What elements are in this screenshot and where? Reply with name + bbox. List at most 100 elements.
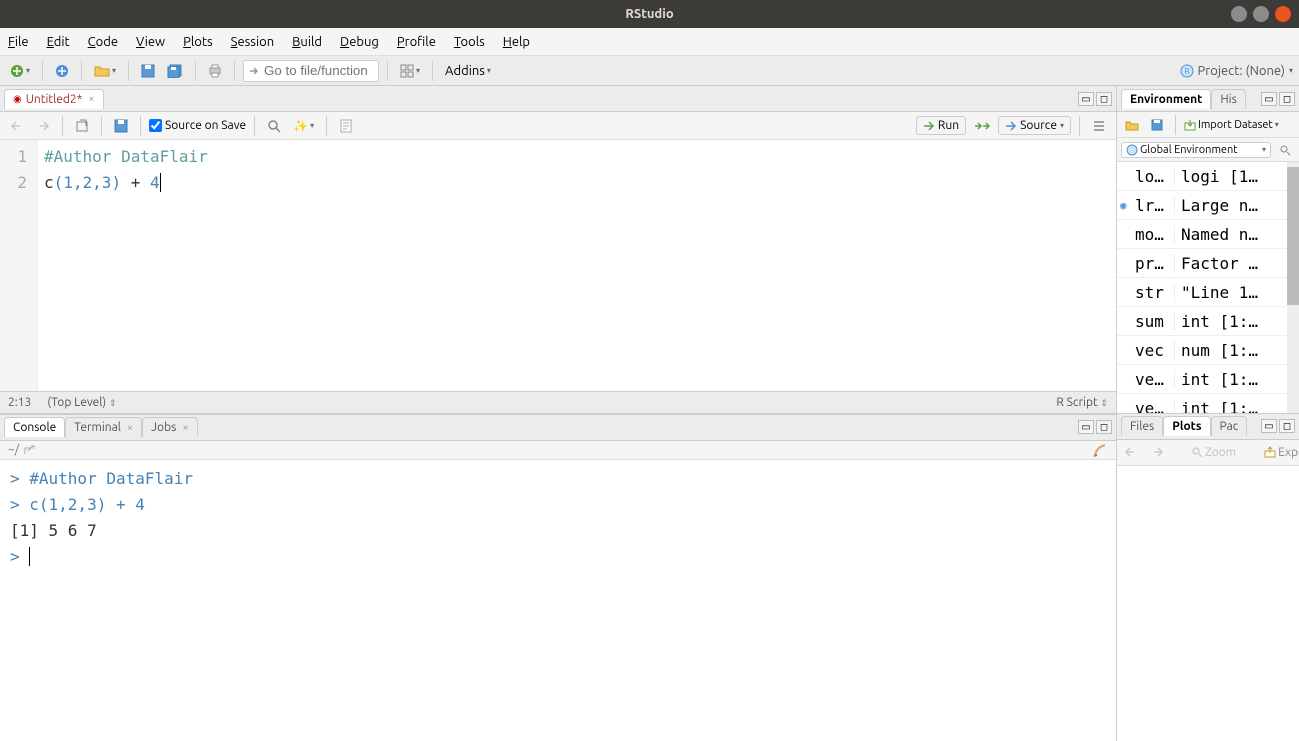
- r-file-icon: ◉: [13, 93, 22, 105]
- menu-build[interactable]: Build: [292, 35, 322, 49]
- prev-plot-button[interactable]: [1121, 444, 1141, 460]
- arrow-left-icon: [1125, 446, 1137, 458]
- clear-console-icon[interactable]: [1092, 443, 1108, 457]
- code-editor[interactable]: 1 2 #Author DataFlair c(1,2,3) + 4: [0, 140, 1116, 391]
- print-button[interactable]: [204, 62, 226, 80]
- menu-help[interactable]: Help: [503, 35, 530, 49]
- plot-area: [1117, 466, 1299, 741]
- search-env-button[interactable]: [1275, 142, 1295, 158]
- env-var-value: int [1:…: [1175, 370, 1299, 389]
- minimize-pane-button[interactable]: ▭: [1078, 92, 1094, 106]
- save-button[interactable]: [137, 62, 159, 80]
- env-var-value: int [1:…: [1175, 399, 1299, 413]
- run-button[interactable]: Run: [916, 116, 966, 135]
- r-project-icon: R: [1180, 64, 1194, 78]
- project-selector[interactable]: R Project: (None) ▾: [1180, 64, 1293, 78]
- env-variable-row[interactable]: mo…Named n…: [1117, 220, 1299, 249]
- env-variable-row[interactable]: vecnum [1:…: [1117, 336, 1299, 365]
- env-variable-row[interactable]: str"Line 1…: [1117, 278, 1299, 307]
- menu-plots[interactable]: Plots: [183, 35, 213, 49]
- tab-jobs[interactable]: Jobs ×: [142, 417, 197, 437]
- open-file-button[interactable]: ▾: [90, 62, 120, 80]
- zoom-button[interactable]: Zoom: [1187, 444, 1240, 461]
- file-type-selector[interactable]: R Script ⇕: [1056, 396, 1108, 409]
- close-tab-icon[interactable]: ×: [127, 422, 133, 434]
- export-button[interactable]: Expo: [1260, 444, 1299, 461]
- menu-view[interactable]: View: [136, 35, 165, 49]
- outline-button[interactable]: [1088, 117, 1110, 135]
- export-icon: [1264, 446, 1276, 458]
- back-button[interactable]: [6, 118, 28, 134]
- menu-edit[interactable]: Edit: [47, 35, 70, 49]
- code-tools-button[interactable]: ✨ ▾: [289, 117, 318, 135]
- console-output[interactable]: > #Author DataFlair > c(1,2,3) + 4 [1] 5…: [0, 460, 1116, 741]
- addins-button[interactable]: Addins ▾: [441, 62, 495, 80]
- source-tab-untitled2[interactable]: ◉ Untitled2* ×: [4, 89, 104, 109]
- import-dataset-button[interactable]: Import Dataset ▾: [1184, 119, 1279, 131]
- new-file-button[interactable]: ▾: [6, 62, 34, 80]
- arrow-right-icon: [248, 65, 260, 77]
- tab-packages[interactable]: Pac: [1211, 416, 1248, 436]
- next-plot-button[interactable]: [1147, 444, 1167, 460]
- menu-session[interactable]: Session: [231, 35, 274, 49]
- env-variable-row[interactable]: ve…int [1:…: [1117, 365, 1299, 394]
- save-source-button[interactable]: [110, 117, 132, 135]
- close-tab-icon[interactable]: ×: [182, 422, 188, 434]
- menu-file[interactable]: File: [8, 35, 29, 49]
- minimize-pane-button[interactable]: ▭: [1261, 419, 1277, 433]
- env-var-name: ve…: [1117, 370, 1175, 389]
- close-tab-icon[interactable]: ×: [88, 93, 94, 105]
- maximize-pane-button[interactable]: ◻: [1096, 420, 1112, 434]
- new-project-button[interactable]: [51, 62, 73, 80]
- source-button[interactable]: Source ▾: [998, 116, 1071, 135]
- source-arrow-icon: [1005, 120, 1017, 132]
- menu-code[interactable]: Code: [88, 35, 118, 49]
- goto-file-button[interactable]: [243, 60, 379, 82]
- expand-icon[interactable]: ◉: [1120, 199, 1127, 212]
- env-variable-row[interactable]: pr…Factor …: [1117, 249, 1299, 278]
- cursor-position: 2:13: [8, 396, 31, 409]
- scope-selector[interactable]: (Top Level) ⇕: [47, 396, 116, 409]
- save-all-button[interactable]: [163, 62, 187, 80]
- env-var-value: int [1:…: [1175, 312, 1299, 331]
- window-close-button[interactable]: [1275, 6, 1291, 22]
- find-button[interactable]: [263, 117, 285, 135]
- compile-report-button[interactable]: [335, 117, 357, 135]
- tab-terminal[interactable]: Terminal ×: [65, 417, 142, 437]
- env-toolbar: Import Dataset ▾: [1117, 112, 1299, 138]
- source-on-save-checkbox[interactable]: Source on Save: [149, 119, 246, 132]
- tab-history[interactable]: His: [1211, 89, 1246, 109]
- scrollbar[interactable]: [1287, 162, 1299, 413]
- menu-tools[interactable]: Tools: [454, 35, 485, 49]
- rerun-button[interactable]: [970, 118, 994, 134]
- window-minimize-button[interactable]: [1231, 6, 1247, 22]
- menu-debug[interactable]: Debug: [340, 35, 379, 49]
- env-variable-row[interactable]: ve…int [1:…: [1117, 394, 1299, 413]
- env-variable-row[interactable]: sumint [1:…: [1117, 307, 1299, 336]
- tab-files[interactable]: Files: [1121, 416, 1163, 436]
- load-workspace-button[interactable]: [1121, 117, 1143, 133]
- document-icon: [339, 119, 353, 133]
- scope-selector[interactable]: Global Environment ▾: [1121, 142, 1271, 158]
- line-gutter: 1 2: [0, 140, 38, 391]
- env-variable-row[interactable]: lo…logi [1…: [1117, 162, 1299, 191]
- window-maximize-button[interactable]: [1253, 6, 1269, 22]
- popout-icon[interactable]: [23, 444, 35, 456]
- maximize-pane-button[interactable]: ◻: [1279, 419, 1295, 433]
- show-in-new-window-button[interactable]: [71, 117, 93, 135]
- tab-environment[interactable]: Environment: [1121, 89, 1211, 109]
- tab-plots[interactable]: Plots: [1163, 416, 1210, 436]
- menubar: File Edit Code View Plots Session Build …: [0, 28, 1299, 56]
- forward-button[interactable]: [32, 118, 54, 134]
- goto-file-input[interactable]: [264, 63, 374, 79]
- save-workspace-button[interactable]: [1147, 117, 1167, 133]
- env-variable-row[interactable]: ◉lr…Large n…: [1117, 191, 1299, 220]
- menu-profile[interactable]: Profile: [397, 35, 436, 49]
- search-icon: [267, 119, 281, 133]
- grid-view-button[interactable]: ▾: [396, 62, 424, 80]
- maximize-pane-button[interactable]: ◻: [1096, 92, 1112, 106]
- minimize-pane-button[interactable]: ▭: [1078, 420, 1094, 434]
- minimize-pane-button[interactable]: ▭: [1261, 92, 1277, 106]
- maximize-pane-button[interactable]: ◻: [1279, 92, 1295, 106]
- tab-console[interactable]: Console: [4, 417, 65, 437]
